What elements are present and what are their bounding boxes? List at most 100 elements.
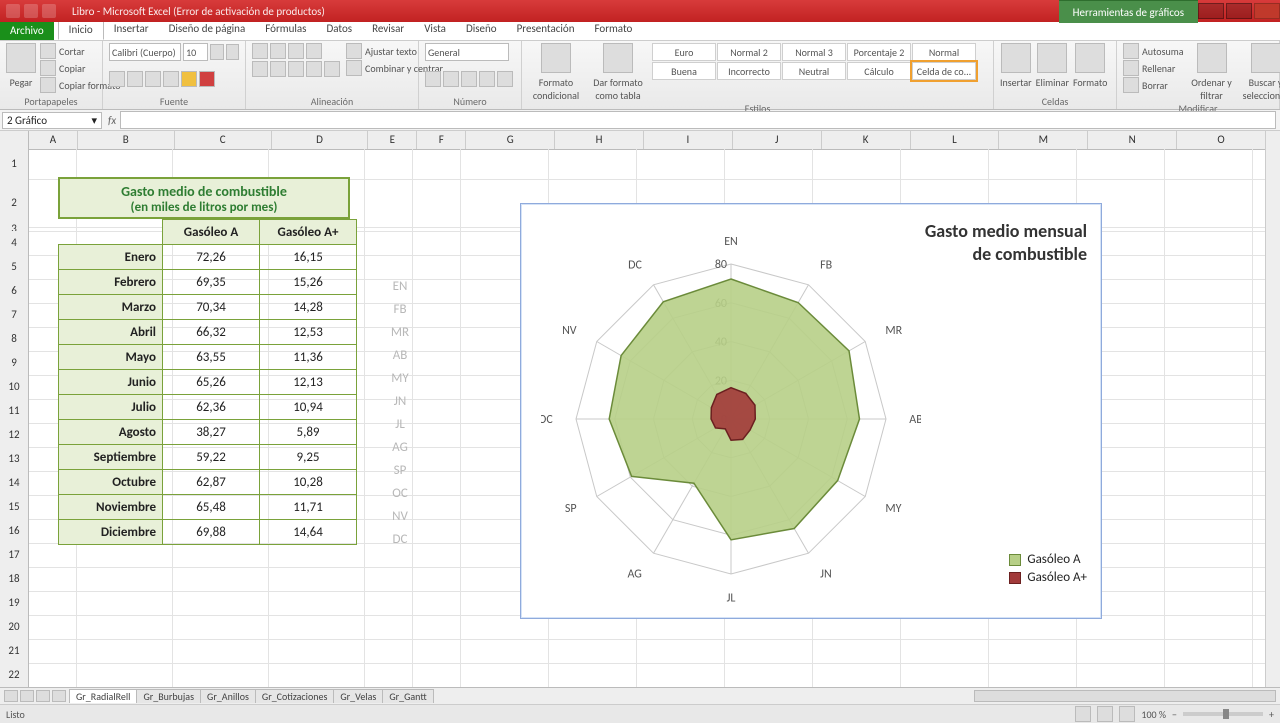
insert-cells-button[interactable]: Insertar <box>1000 76 1032 89</box>
row-header[interactable]: 8 <box>0 327 29 352</box>
indent-inc-icon[interactable] <box>324 61 340 77</box>
as-table-button[interactable]: Dar formato como tabla <box>590 76 646 102</box>
column-header[interactable]: C <box>175 131 272 149</box>
percent-icon[interactable] <box>443 71 459 87</box>
row-header[interactable]: 20 <box>0 615 29 640</box>
zoom-in-icon[interactable]: + <box>1269 708 1274 721</box>
row-header[interactable]: 4 <box>0 231 29 256</box>
close-button[interactable] <box>1254 3 1280 19</box>
row-header[interactable]: 15 <box>0 495 29 520</box>
tab-diseño-de-página[interactable]: Diseño de página <box>159 19 256 40</box>
sheet-tab[interactable]: Gr_RadialRell <box>69 689 137 703</box>
tab-datos[interactable]: Datos <box>316 19 362 40</box>
tab-vista[interactable]: Vista <box>414 19 456 40</box>
column-header[interactable]: O <box>1177 131 1266 149</box>
align-center-icon[interactable] <box>270 61 286 77</box>
fill-color-icon[interactable] <box>181 71 197 87</box>
column-header[interactable]: I <box>644 131 733 149</box>
fill-button[interactable]: Rellenar <box>1123 60 1184 76</box>
column-header[interactable]: A <box>29 131 78 149</box>
tab-fórmulas[interactable]: Fórmulas <box>255 19 316 40</box>
column-header[interactable]: G <box>466 131 555 149</box>
column-header[interactable]: J <box>733 131 822 149</box>
row-header[interactable]: 12 <box>0 423 29 448</box>
insert-cells-icon[interactable] <box>1001 43 1031 73</box>
row-header[interactable]: 17 <box>0 543 29 568</box>
number-format-combo[interactable]: General <box>425 43 509 61</box>
sheet-tab[interactable]: Gr_Anillos <box>200 689 256 703</box>
cell-style-option[interactable]: Buena <box>652 62 716 80</box>
tab-revisar[interactable]: Revisar <box>362 19 414 40</box>
clear-button[interactable]: Borrar <box>1123 77 1184 93</box>
font-family-combo[interactable]: Calibri (Cuerpo) <box>109 43 181 61</box>
column-header[interactable]: M <box>999 131 1088 149</box>
column-header[interactable]: B <box>78 131 175 149</box>
undo-icon[interactable] <box>24 4 38 18</box>
chart-object[interactable]: Gasto medio mensual de combustible ENFBM… <box>520 203 1102 619</box>
cell-style-option[interactable]: Cálculo <box>847 62 911 80</box>
zoom-slider[interactable] <box>1183 712 1263 716</box>
row-header[interactable]: 1 <box>0 149 29 180</box>
row-header[interactable]: 11 <box>0 399 29 424</box>
file-tab[interactable]: Archivo <box>0 21 54 40</box>
column-header[interactable]: E <box>368 131 417 149</box>
column-header[interactable]: N <box>1088 131 1177 149</box>
currency-icon[interactable] <box>425 71 441 87</box>
row-header[interactable]: 21 <box>0 639 29 664</box>
italic-icon[interactable] <box>127 71 143 87</box>
row-header[interactable]: 6 <box>0 279 29 304</box>
sheet-tab[interactable]: Gr_Velas <box>333 689 383 703</box>
chart-legend[interactable]: Gasóleo A Gasóleo A+ <box>1009 549 1087 588</box>
find-select-button[interactable]: Buscar y seleccionar <box>1240 76 1280 102</box>
as-table-icon[interactable] <box>603 43 633 73</box>
align-middle-icon[interactable] <box>270 43 286 59</box>
minimize-button[interactable] <box>1198 3 1224 19</box>
row-header[interactable]: 7 <box>0 303 29 328</box>
row-header[interactable]: 22 <box>0 663 29 687</box>
row-header[interactable]: 19 <box>0 591 29 616</box>
tab-inicio[interactable]: Inicio <box>58 19 104 40</box>
bold-icon[interactable] <box>109 71 125 87</box>
formula-input[interactable] <box>120 111 1276 129</box>
fx-icon[interactable]: fx <box>108 114 116 127</box>
row-header[interactable]: 16 <box>0 519 29 544</box>
row-header[interactable]: 2 <box>0 179 29 228</box>
shrink-font-icon[interactable] <box>226 44 239 60</box>
paste-icon[interactable] <box>6 43 36 73</box>
column-header[interactable]: K <box>822 131 911 149</box>
comma-icon[interactable] <box>461 71 477 87</box>
sheet-nav[interactable] <box>0 690 70 702</box>
dec-decimal-icon[interactable] <box>497 71 513 87</box>
quick-access-toolbar[interactable] <box>0 4 62 18</box>
font-color-icon[interactable] <box>199 71 215 87</box>
cell-style-option[interactable]: Euro <box>652 43 716 61</box>
sort-filter-icon[interactable] <box>1197 43 1227 73</box>
inc-decimal-icon[interactable] <box>479 71 495 87</box>
row-header[interactable]: 9 <box>0 351 29 376</box>
underline-icon[interactable] <box>145 71 161 87</box>
row-header[interactable]: 5 <box>0 255 29 280</box>
row-header[interactable]: 10 <box>0 375 29 400</box>
sheet-tab[interactable]: Gr_Gantt <box>382 689 433 703</box>
name-box[interactable]: 2 Gráfico▾ <box>2 112 102 129</box>
row-header[interactable]: 18 <box>0 567 29 592</box>
chart-title[interactable]: Gasto medio mensual de combustible <box>925 220 1087 267</box>
cell-style-option[interactable]: Porcentaje 2 <box>847 43 911 61</box>
grow-font-icon[interactable] <box>210 44 223 60</box>
cell-style-option[interactable]: Normal 3 <box>782 43 846 61</box>
delete-cells-button[interactable]: Eliminar <box>1036 76 1069 89</box>
horizontal-scrollbar[interactable] <box>974 690 1276 702</box>
save-icon[interactable] <box>6 4 20 18</box>
zoom-out-icon[interactable]: − <box>1172 708 1177 721</box>
cell-style-option[interactable]: Neutral <box>782 62 846 80</box>
sort-filter-button[interactable]: Ordenar y filtrar <box>1190 76 1234 102</box>
tab-formato[interactable]: Formato <box>584 19 642 40</box>
column-header[interactable]: D <box>272 131 369 149</box>
column-header[interactable]: L <box>911 131 1000 149</box>
select-all-corner[interactable] <box>0 131 29 149</box>
cond-format-icon[interactable] <box>541 43 571 73</box>
cell-style-option[interactable]: Celda de co... <box>912 62 976 80</box>
border-icon[interactable] <box>163 71 179 87</box>
column-header[interactable]: H <box>555 131 644 149</box>
redo-icon[interactable] <box>42 4 56 18</box>
